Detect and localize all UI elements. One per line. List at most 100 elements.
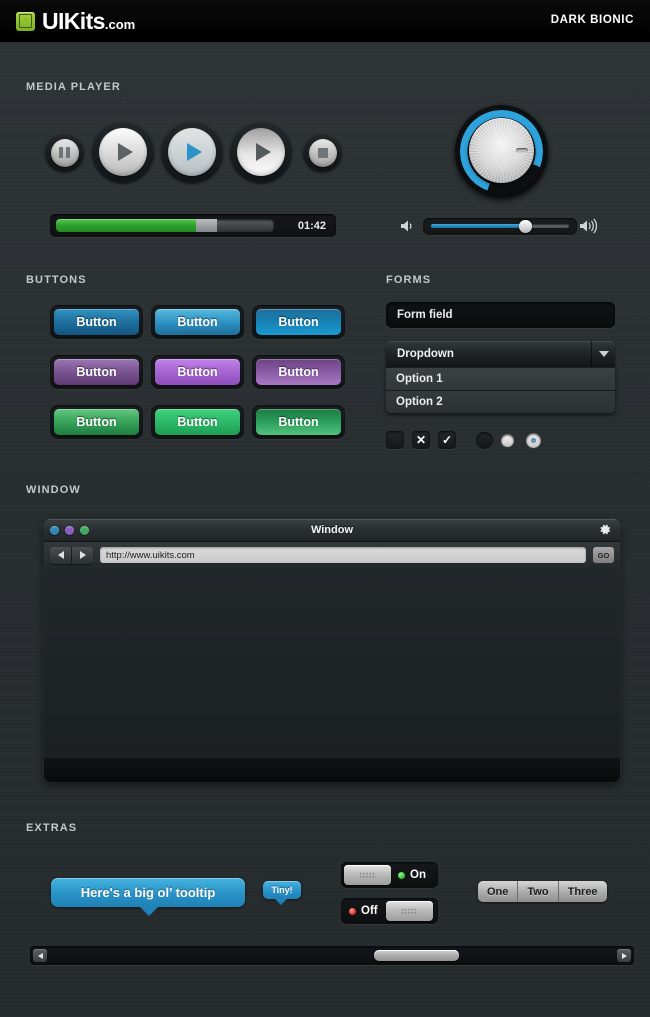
green-button-2[interactable]: Button bbox=[155, 409, 240, 435]
checkbox-cross[interactable]: ✕ bbox=[412, 431, 430, 449]
radio-empty[interactable] bbox=[476, 432, 493, 449]
dropdown-value: Dropdown bbox=[397, 348, 454, 360]
purple-button-1-pad: Button bbox=[50, 355, 143, 389]
checkbox-empty[interactable] bbox=[386, 431, 404, 449]
play-button-hover[interactable] bbox=[230, 121, 292, 183]
play-button-active[interactable] bbox=[161, 121, 223, 183]
kit-name-label: DARK BIONIC bbox=[550, 14, 634, 26]
pause-icon bbox=[59, 147, 70, 158]
playback-time: 01:42 bbox=[297, 219, 326, 232]
form-field-input[interactable]: Form field bbox=[386, 302, 615, 328]
toggle-off-label: Off bbox=[361, 905, 378, 917]
toggle-off-handle[interactable] bbox=[385, 901, 433, 921]
chevron-down-icon[interactable] bbox=[591, 341, 615, 367]
purple-button-3[interactable]: Button bbox=[256, 359, 341, 385]
pause-button[interactable] bbox=[45, 133, 84, 172]
section-title-forms: FORMS bbox=[386, 274, 432, 286]
toggle-off-led bbox=[349, 907, 356, 915]
volume-knob[interactable] bbox=[455, 105, 548, 198]
segment-three[interactable]: Three bbox=[558, 881, 607, 902]
speaker-high-icon bbox=[579, 218, 598, 239]
dropdown-option-1[interactable]: Option 1 bbox=[386, 367, 615, 390]
window-toolbar[interactable]: http://www.uikits.com GO bbox=[44, 541, 620, 568]
logo-text: UIKits bbox=[42, 7, 105, 34]
purple-button-1[interactable]: Button bbox=[54, 359, 139, 385]
play-icon bbox=[186, 143, 202, 161]
go-button[interactable]: GO bbox=[593, 547, 614, 563]
toggle-on-led bbox=[398, 871, 405, 879]
blue-button-1[interactable]: Button bbox=[54, 309, 139, 335]
blue-button-2-pad: Button bbox=[151, 305, 244, 339]
tooltip-small[interactable]: Tiny! bbox=[263, 881, 301, 899]
logo-suffix: .com bbox=[104, 16, 136, 32]
page-header: ◌ UIKits.com DARK BIONIC bbox=[0, 0, 650, 42]
radio-filled[interactable] bbox=[501, 434, 514, 447]
green-button-1[interactable]: Button bbox=[54, 409, 139, 435]
green-button-2-pad: Button bbox=[151, 405, 244, 439]
dropdown-option-2[interactable]: Option 2 bbox=[386, 390, 615, 413]
horizontal-scrollbar[interactable] bbox=[30, 946, 634, 965]
knob-position-notch bbox=[516, 148, 528, 153]
section-title-extras: EXTRAS bbox=[26, 822, 78, 834]
speaker-low-icon bbox=[400, 219, 416, 238]
url-input[interactable]: http://www.uikits.com bbox=[100, 547, 586, 563]
purple-button-2[interactable]: Button bbox=[155, 359, 240, 385]
dropdown-option-list[interactable]: Option 1 Option 2 bbox=[386, 367, 615, 413]
section-title-media-player: MEDIA PLAYER bbox=[26, 81, 121, 93]
browser-window[interactable]: Window http://www.uikits.com GO bbox=[44, 519, 620, 782]
green-button-3-pad: Button bbox=[252, 405, 345, 439]
blue-button-2[interactable]: Button bbox=[155, 309, 240, 335]
grip-icon bbox=[359, 871, 376, 879]
segmented-control[interactable]: One Two Three bbox=[478, 881, 607, 902]
radio-selected-dot bbox=[531, 438, 536, 443]
toggle-on-handle[interactable] bbox=[344, 865, 391, 885]
play-button-large[interactable] bbox=[92, 121, 154, 183]
scroll-left-icon[interactable] bbox=[33, 949, 47, 962]
window-title-bar[interactable]: Window bbox=[44, 519, 620, 541]
play-icon bbox=[117, 143, 133, 161]
blue-button-3-pad: Button bbox=[252, 305, 345, 339]
segment-two[interactable]: Two bbox=[518, 881, 559, 902]
stop-icon bbox=[317, 147, 328, 158]
progress-track[interactable] bbox=[56, 219, 274, 232]
window-title-label: Window bbox=[310, 524, 354, 536]
radio-selected[interactable] bbox=[526, 433, 541, 448]
dropdown-select[interactable]: Dropdown bbox=[386, 341, 615, 367]
green-button-1-pad: Button bbox=[50, 405, 143, 439]
scroll-right-icon[interactable] bbox=[617, 949, 631, 962]
progress-filled bbox=[56, 219, 196, 232]
segment-one[interactable]: One bbox=[478, 881, 519, 902]
blue-button-3[interactable]: Button bbox=[256, 309, 341, 335]
stop-button[interactable] bbox=[303, 133, 342, 172]
toggle-off[interactable]: Off bbox=[341, 898, 438, 924]
scrollbar-thumb[interactable] bbox=[374, 950, 459, 961]
purple-button-2-pad: Button bbox=[151, 355, 244, 389]
progress-buffered bbox=[195, 219, 218, 232]
tooltip-large[interactable]: Here's a big ol’ tooltip bbox=[51, 878, 245, 907]
purple-button-3-pad: Button bbox=[252, 355, 345, 389]
toggle-on-label: On bbox=[410, 869, 426, 881]
toggle-on[interactable]: On bbox=[341, 862, 438, 888]
tooltip-large-text: Here's a big ol’ tooltip bbox=[80, 885, 216, 900]
form-field-value: Form field bbox=[397, 309, 453, 321]
volume-handle[interactable] bbox=[518, 220, 532, 233]
playback-progress-bar[interactable]: 01:42 bbox=[50, 214, 336, 237]
green-button-3[interactable]: Button bbox=[256, 409, 341, 435]
back-arrow-icon[interactable] bbox=[50, 546, 72, 564]
tooltip-large-tail bbox=[140, 907, 158, 916]
url-value: http://www.uikits.com bbox=[106, 549, 195, 561]
grip-icon bbox=[400, 907, 418, 915]
volume-slider[interactable] bbox=[423, 218, 577, 235]
gear-icon[interactable] bbox=[597, 522, 612, 542]
section-title-window: WINDOW bbox=[26, 484, 81, 496]
play-icon bbox=[255, 143, 271, 161]
knob-cap[interactable] bbox=[469, 118, 534, 183]
tooltip-small-tail bbox=[275, 899, 287, 905]
forward-arrow-icon[interactable] bbox=[72, 546, 93, 564]
section-title-buttons: BUTTONS bbox=[26, 274, 87, 286]
window-footer-bar bbox=[44, 758, 620, 782]
ui-kit-page: Ⓖ ◌ UIKits.com DARK BIONIC MEDIA PLAYER bbox=[0, 0, 650, 1017]
logo-wordmark: UIKits.com bbox=[42, 8, 135, 35]
checkbox-check[interactable]: ✓ bbox=[438, 431, 456, 449]
blue-button-1-pad: Button bbox=[50, 305, 143, 339]
